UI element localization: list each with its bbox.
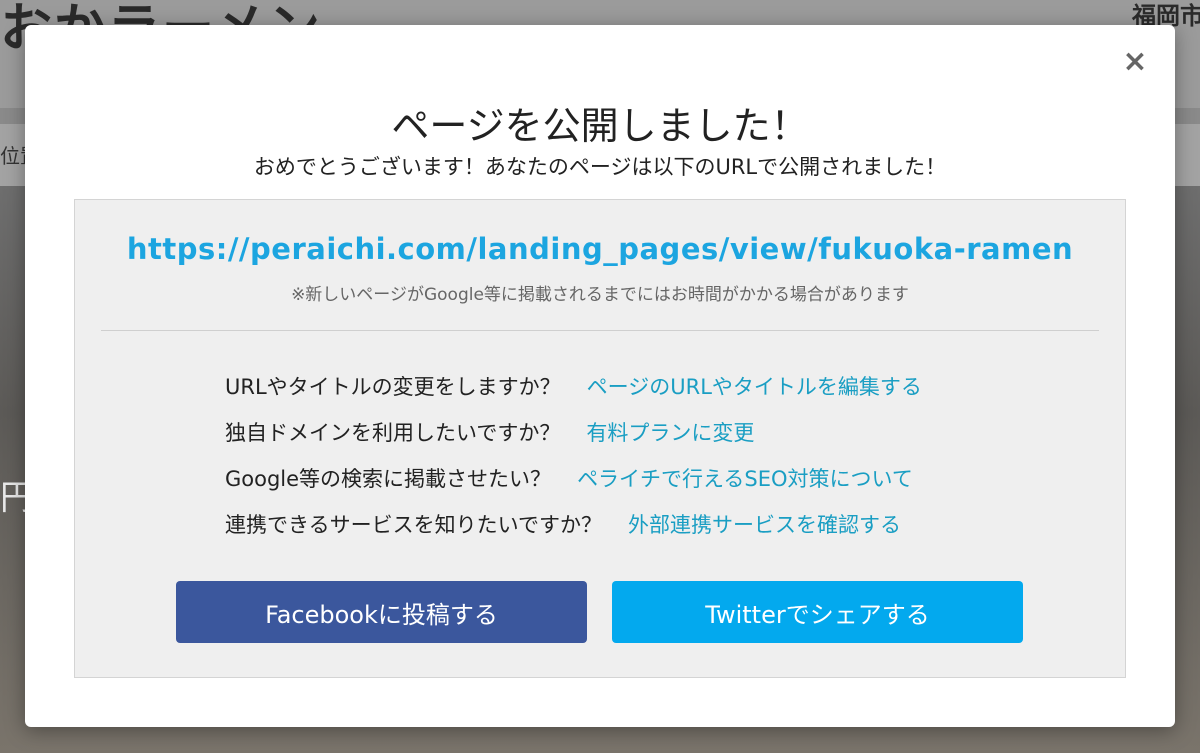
faq-row-integrations: 連携できるサービスを知りたいですか？ 外部連携サービスを確認する bbox=[225, 501, 1025, 547]
url-note: ※新しいページがGoogle等に掲載されるまでにはお時間がかかる場合があります bbox=[291, 285, 909, 305]
faq-row-seo: Google等の検索に掲載させたい？ ペライチで行えるSEO対策について bbox=[225, 455, 1025, 501]
integrations-link[interactable]: 外部連携サービスを確認する bbox=[628, 509, 901, 539]
edit-url-title-link[interactable]: ページのURLやタイトルを編集する bbox=[587, 371, 922, 401]
close-icon[interactable]: × bbox=[1119, 44, 1151, 79]
info-panel: https://peraichi.com/landing_pages/view/… bbox=[74, 199, 1126, 678]
divider bbox=[101, 330, 1099, 331]
faq-row-edit-url: URLやタイトルの変更をしますか？ ページのURLやタイトルを編集する bbox=[225, 363, 1025, 409]
faq-question: URLやタイトルの変更をしますか？ bbox=[225, 375, 561, 399]
faq-row-custom-domain: 独自ドメインを利用したいですか？ 有料プランに変更 bbox=[225, 409, 1025, 455]
faq-question: 連携できるサービスを知りたいですか？ bbox=[225, 513, 602, 537]
faq-list: URLやタイトルの変更をしますか？ ページのURLやタイトルを編集する 独自ドメ… bbox=[225, 363, 1025, 547]
faq-question: Google等の検索に掲載させたい？ bbox=[225, 467, 552, 491]
modal-subtitle: おめでとうございます！あなたのページは以下のURLで公開されました！ bbox=[253, 155, 947, 179]
published-url-link[interactable]: https://peraichi.com/landing_pages/view/… bbox=[75, 232, 1125, 266]
seo-guide-link[interactable]: ペライチで行えるSEO対策について bbox=[577, 463, 913, 493]
twitter-share-button[interactable]: Twitterでシェアする bbox=[612, 581, 1023, 643]
modal-title: ページを公開しました！ bbox=[391, 104, 809, 148]
faq-question: 独自ドメインを利用したいですか？ bbox=[225, 421, 561, 445]
upgrade-plan-link[interactable]: 有料プランに変更 bbox=[586, 417, 754, 447]
facebook-share-button[interactable]: Facebookに投稿する bbox=[176, 581, 587, 643]
publish-success-modal: × ページを公開しました！ おめでとうございます！あなたのページは以下のURLで… bbox=[25, 25, 1175, 727]
